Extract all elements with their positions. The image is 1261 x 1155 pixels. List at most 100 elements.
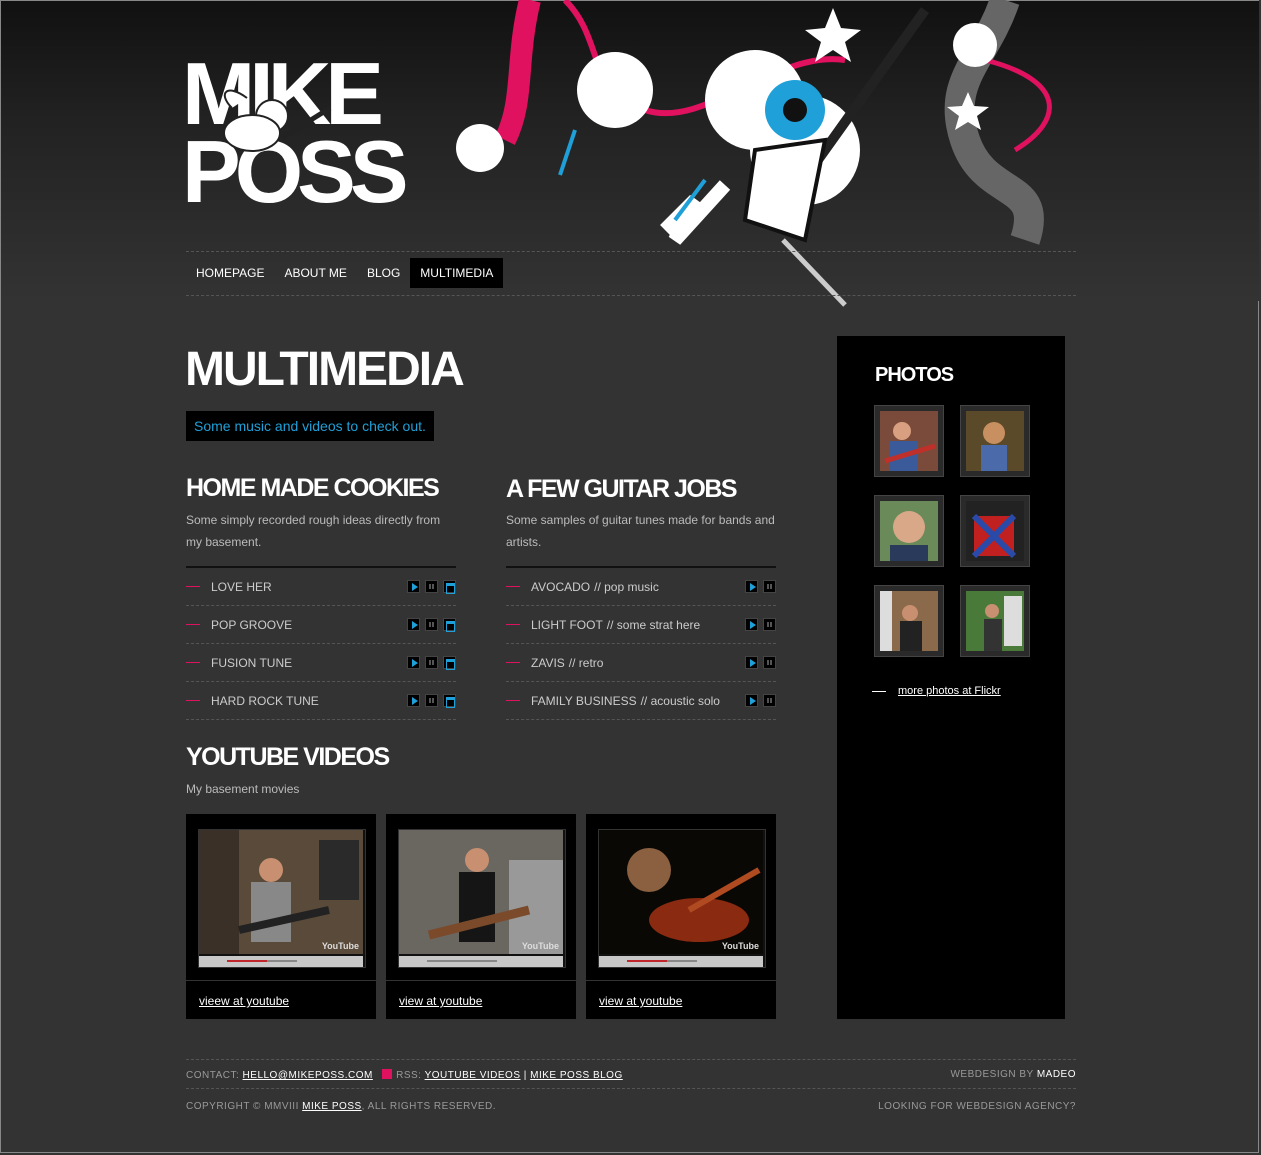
pause-icon[interactable]: [425, 694, 438, 707]
track-row: LIGHT FOOT// some strat here: [506, 606, 776, 644]
nav-divider-top: [186, 251, 1076, 252]
youtube-desc: My basement movies: [186, 782, 300, 796]
view-at-youtube-link[interactable]: view at youtube: [399, 994, 482, 1008]
youtube-title: YOUTUBE VIDEOS: [186, 743, 390, 771]
video-player[interactable]: YouTube: [398, 829, 566, 968]
track-row: FUSION TUNE: [186, 644, 456, 682]
nav-about-me[interactable]: ABOUT ME: [274, 258, 356, 288]
copyright-name-link[interactable]: MIKE POSS: [302, 1101, 362, 1112]
home-made-desc: Some simply recorded rough ideas directl…: [186, 513, 441, 549]
pause-icon[interactable]: [425, 656, 438, 669]
rss-separator: |: [523, 1070, 527, 1081]
cloud-mid: [577, 52, 653, 128]
play-icon[interactable]: [745, 694, 758, 707]
home-made-title: HOME MADE COOKIES: [186, 474, 440, 502]
guitar-jobs-tracklist: AVOCADO// pop music LIGHT FOOT// some st…: [506, 566, 776, 720]
photo-image: [880, 501, 938, 561]
play-icon[interactable]: [407, 618, 420, 631]
track-name: POP GROOVE: [211, 618, 293, 632]
track-bullet: [186, 586, 200, 587]
video-thumbnail: [399, 830, 563, 954]
track-note: // pop music: [594, 580, 659, 594]
track-bullet: [186, 662, 200, 663]
track-note: // acoustic solo: [640, 694, 720, 708]
pause-icon[interactable]: [763, 580, 776, 593]
play-icon[interactable]: [745, 618, 758, 631]
track-bullet: [186, 624, 200, 625]
pause-icon[interactable]: [763, 694, 776, 707]
photo-image: [966, 591, 1024, 651]
rss-label: RSS:: [396, 1070, 422, 1081]
view-at-youtube-link[interactable]: view at youtube: [599, 994, 682, 1008]
video-controls-bar[interactable]: [599, 956, 763, 967]
play-icon[interactable]: [407, 580, 420, 593]
flickr-link[interactable]: more photos at Flickr: [898, 685, 1001, 697]
contact-email-link[interactable]: HELLO@MIKEPOSS.COM: [243, 1070, 373, 1081]
download-icon[interactable]: [443, 580, 456, 594]
webdesign-link[interactable]: MADEO: [1037, 1069, 1076, 1080]
track-bullet: [506, 662, 520, 663]
star-icon: [805, 8, 861, 62]
view-at-youtube-link[interactable]: vieew at youtube: [199, 994, 289, 1008]
video-thumbnail: [199, 830, 363, 954]
video-player[interactable]: YouTube: [598, 829, 766, 968]
track-bullet: [506, 700, 520, 701]
download-icon[interactable]: [443, 618, 456, 632]
video-card: YouTube view at youtube: [386, 814, 576, 1019]
page-title: MULTIMEDIA: [185, 343, 465, 396]
pause-icon[interactable]: [763, 656, 776, 669]
youtube-badge: YouTube: [721, 941, 759, 951]
nav-multimedia[interactable]: MULTIMEDIA: [410, 258, 504, 288]
pause-icon[interactable]: [425, 618, 438, 631]
track-row: HARD ROCK TUNE: [186, 682, 456, 720]
nav-homepage[interactable]: HOMEPAGE: [186, 258, 274, 288]
track-name: AVOCADO: [531, 580, 591, 594]
photo-thumbnail[interactable]: [960, 495, 1030, 567]
photo-image: [880, 591, 938, 651]
footer-divider-bottom: [186, 1088, 1076, 1089]
track-name: LIGHT FOOT: [531, 618, 603, 632]
cloud-left: [456, 124, 504, 172]
track-row: LOVE HER: [186, 568, 456, 606]
download-icon[interactable]: [443, 694, 456, 708]
rss-icon: [382, 1069, 393, 1079]
header-illustration: [456, 0, 1052, 307]
play-icon[interactable]: [745, 656, 758, 669]
video-player[interactable]: YouTube: [198, 829, 366, 968]
track-name: FAMILY BUSINESS: [531, 694, 637, 708]
play-icon[interactable]: [407, 656, 420, 669]
photo-thumbnail[interactable]: [874, 585, 944, 657]
footer-divider-top: [186, 1059, 1076, 1060]
home-made-tracklist: LOVE HER POP GROOVE FUSION TUNE HARD ROC…: [186, 566, 456, 720]
photo-thumbnail[interactable]: [874, 495, 944, 567]
site-logo[interactable]: MIKE POSS: [182, 50, 427, 216]
agency-link[interactable]: LOOKING FOR WEBDESIGN AGENCY?: [878, 1101, 1076, 1112]
download-icon[interactable]: [443, 656, 456, 670]
video-card: YouTube vieew at youtube: [186, 814, 376, 1019]
copyright-prefix: COPYRIGHT © MMVIII: [186, 1101, 299, 1112]
webdesign-label: WEBDESIGN BY: [950, 1069, 1034, 1080]
photo-thumbnail[interactable]: [874, 405, 944, 477]
video-controls-bar[interactable]: [399, 956, 563, 967]
pause-icon[interactable]: [425, 580, 438, 593]
nav-blog[interactable]: BLOG: [357, 258, 410, 288]
rss-youtube-link[interactable]: YOUTUBE VIDEOS: [425, 1070, 521, 1081]
photo-thumbnail[interactable]: [960, 405, 1030, 477]
track-row: POP GROOVE: [186, 606, 456, 644]
cherub-icon: [223, 89, 332, 152]
video-thumbnail: [599, 830, 763, 954]
track-name: FUSION TUNE: [211, 656, 293, 670]
track-note: // retro: [568, 656, 604, 670]
track-bullet: [506, 586, 520, 587]
photo-thumbnail[interactable]: [960, 585, 1030, 657]
track-name: HARD ROCK TUNE: [211, 694, 319, 708]
pause-icon[interactable]: [763, 618, 776, 631]
guitar-jobs-desc: Some samples of guitar tunes made for ba…: [506, 513, 775, 549]
play-icon[interactable]: [407, 694, 420, 707]
pink-ribbon: [495, 0, 541, 145]
video-controls-bar[interactable]: [199, 956, 363, 967]
rss-blog-link[interactable]: MIKE POSS BLOG: [530, 1070, 623, 1081]
contact-label: CONTACT:: [186, 1070, 240, 1081]
play-icon[interactable]: [745, 580, 758, 593]
track-bullet: [506, 624, 520, 625]
